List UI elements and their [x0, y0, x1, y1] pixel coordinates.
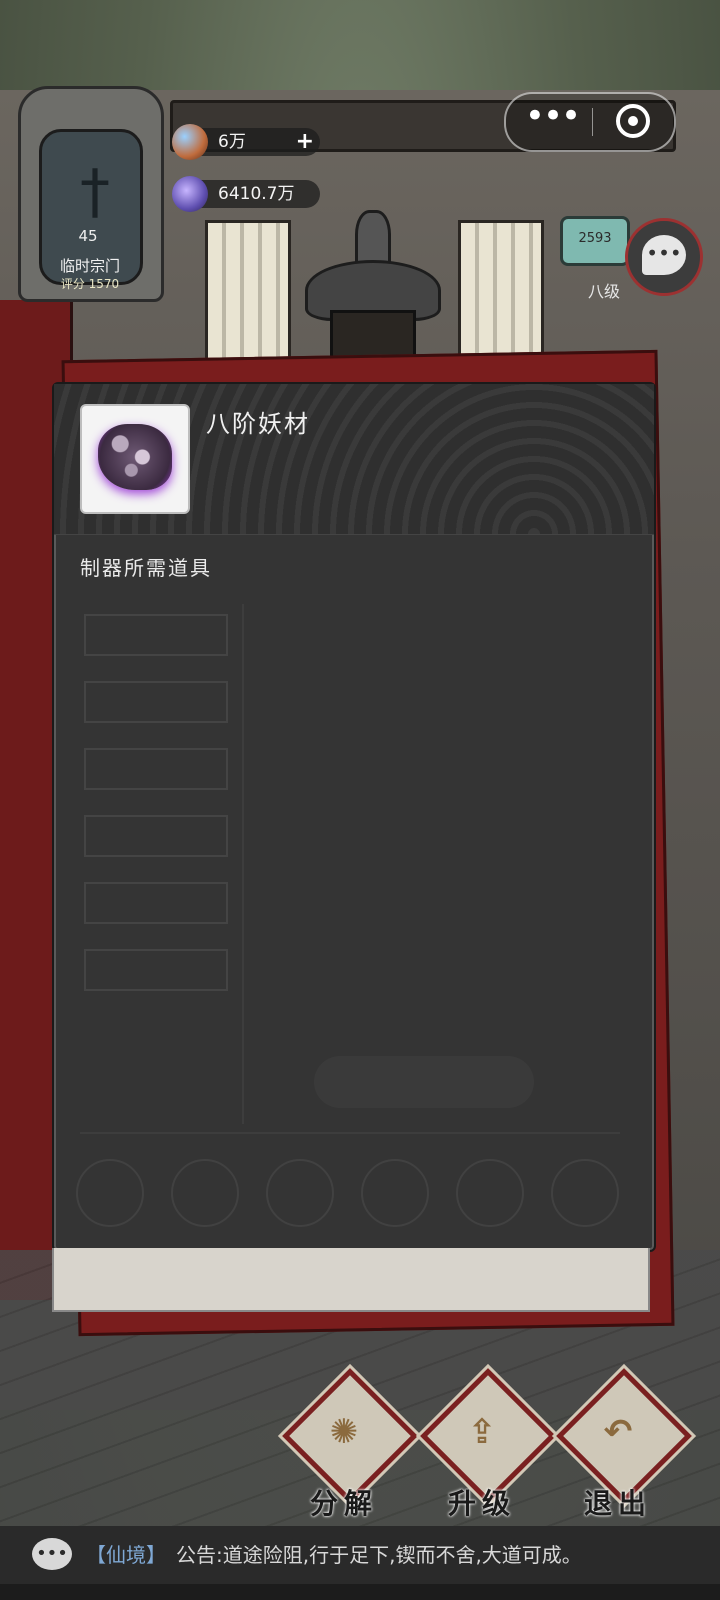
item-info-dialog: 八阶妖材 制器所需道具 [52, 382, 656, 1252]
spirit-crystal-icon [172, 176, 208, 212]
spirit-flower-icon [172, 124, 208, 160]
decompose-button[interactable]: ✺ 分解 [282, 1368, 418, 1520]
scroll-badge: 2593 [578, 231, 612, 246]
add-currency-button[interactable]: + [296, 128, 314, 156]
upgrade-icon: ⇪ [467, 1412, 497, 1452]
bottom-safe-area [0, 1584, 720, 1600]
scroll-event-icon[interactable]: 2593 [560, 216, 630, 266]
announcement-text: 公告:道途险阻,行于足下,锲而不舍,大道可成。 [176, 1543, 582, 1567]
decompose-label: 分解 [309, 1487, 378, 1520]
sect-level: 45 [78, 227, 98, 245]
capsule-divider [592, 108, 593, 136]
chat-icon: ••• [642, 235, 686, 275]
miniapp-capsule: ••• [504, 92, 676, 152]
dialog-header: 八阶妖材 [54, 384, 654, 535]
side-level-label: 八级 [588, 282, 621, 301]
speech-bubble-icon: ••• [32, 1538, 72, 1570]
return-arrow-icon: ↶ [603, 1412, 633, 1452]
upgrade-label: 升级 [447, 1487, 516, 1520]
sect-badge[interactable]: † 45 临时宗门 评分 1570 [18, 86, 164, 302]
currency-value: 6410.7万 [218, 184, 295, 204]
exit-label: 退出 [583, 1487, 652, 1520]
more-options-button[interactable]: ••• [522, 98, 582, 146]
ore-icon [98, 424, 172, 490]
dialog-bottom-edge [52, 1248, 650, 1312]
stone-lantern [305, 210, 441, 376]
decompose-icon: ✺ [329, 1412, 359, 1452]
announcement-bar[interactable]: ••• 【仙境】 公告:道途险阻,行于足下,锲而不舍,大道可成。 [0, 1526, 720, 1584]
item-icon-frame [80, 404, 190, 514]
chat-button[interactable]: ••• [625, 218, 703, 296]
upgrade-button[interactable]: ⇪ 升级 [420, 1368, 556, 1520]
currency-spirit-crystal: 6410.7万 [172, 176, 320, 212]
sect-name: 临时宗门 [59, 257, 120, 275]
close-miniapp-button[interactable] [616, 104, 650, 138]
sect-score: 评分 1570 [60, 277, 120, 291]
exit-button[interactable]: ↶ 退出 [556, 1368, 692, 1520]
announcement-channel: 【仙境】 [86, 1543, 166, 1567]
currency-spirit-flower: 6万 + [172, 124, 320, 160]
currency-value: 6万 [218, 132, 246, 152]
item-title: 八阶妖材 [206, 410, 310, 438]
required-items-label: 制器所需道具 [80, 556, 212, 580]
